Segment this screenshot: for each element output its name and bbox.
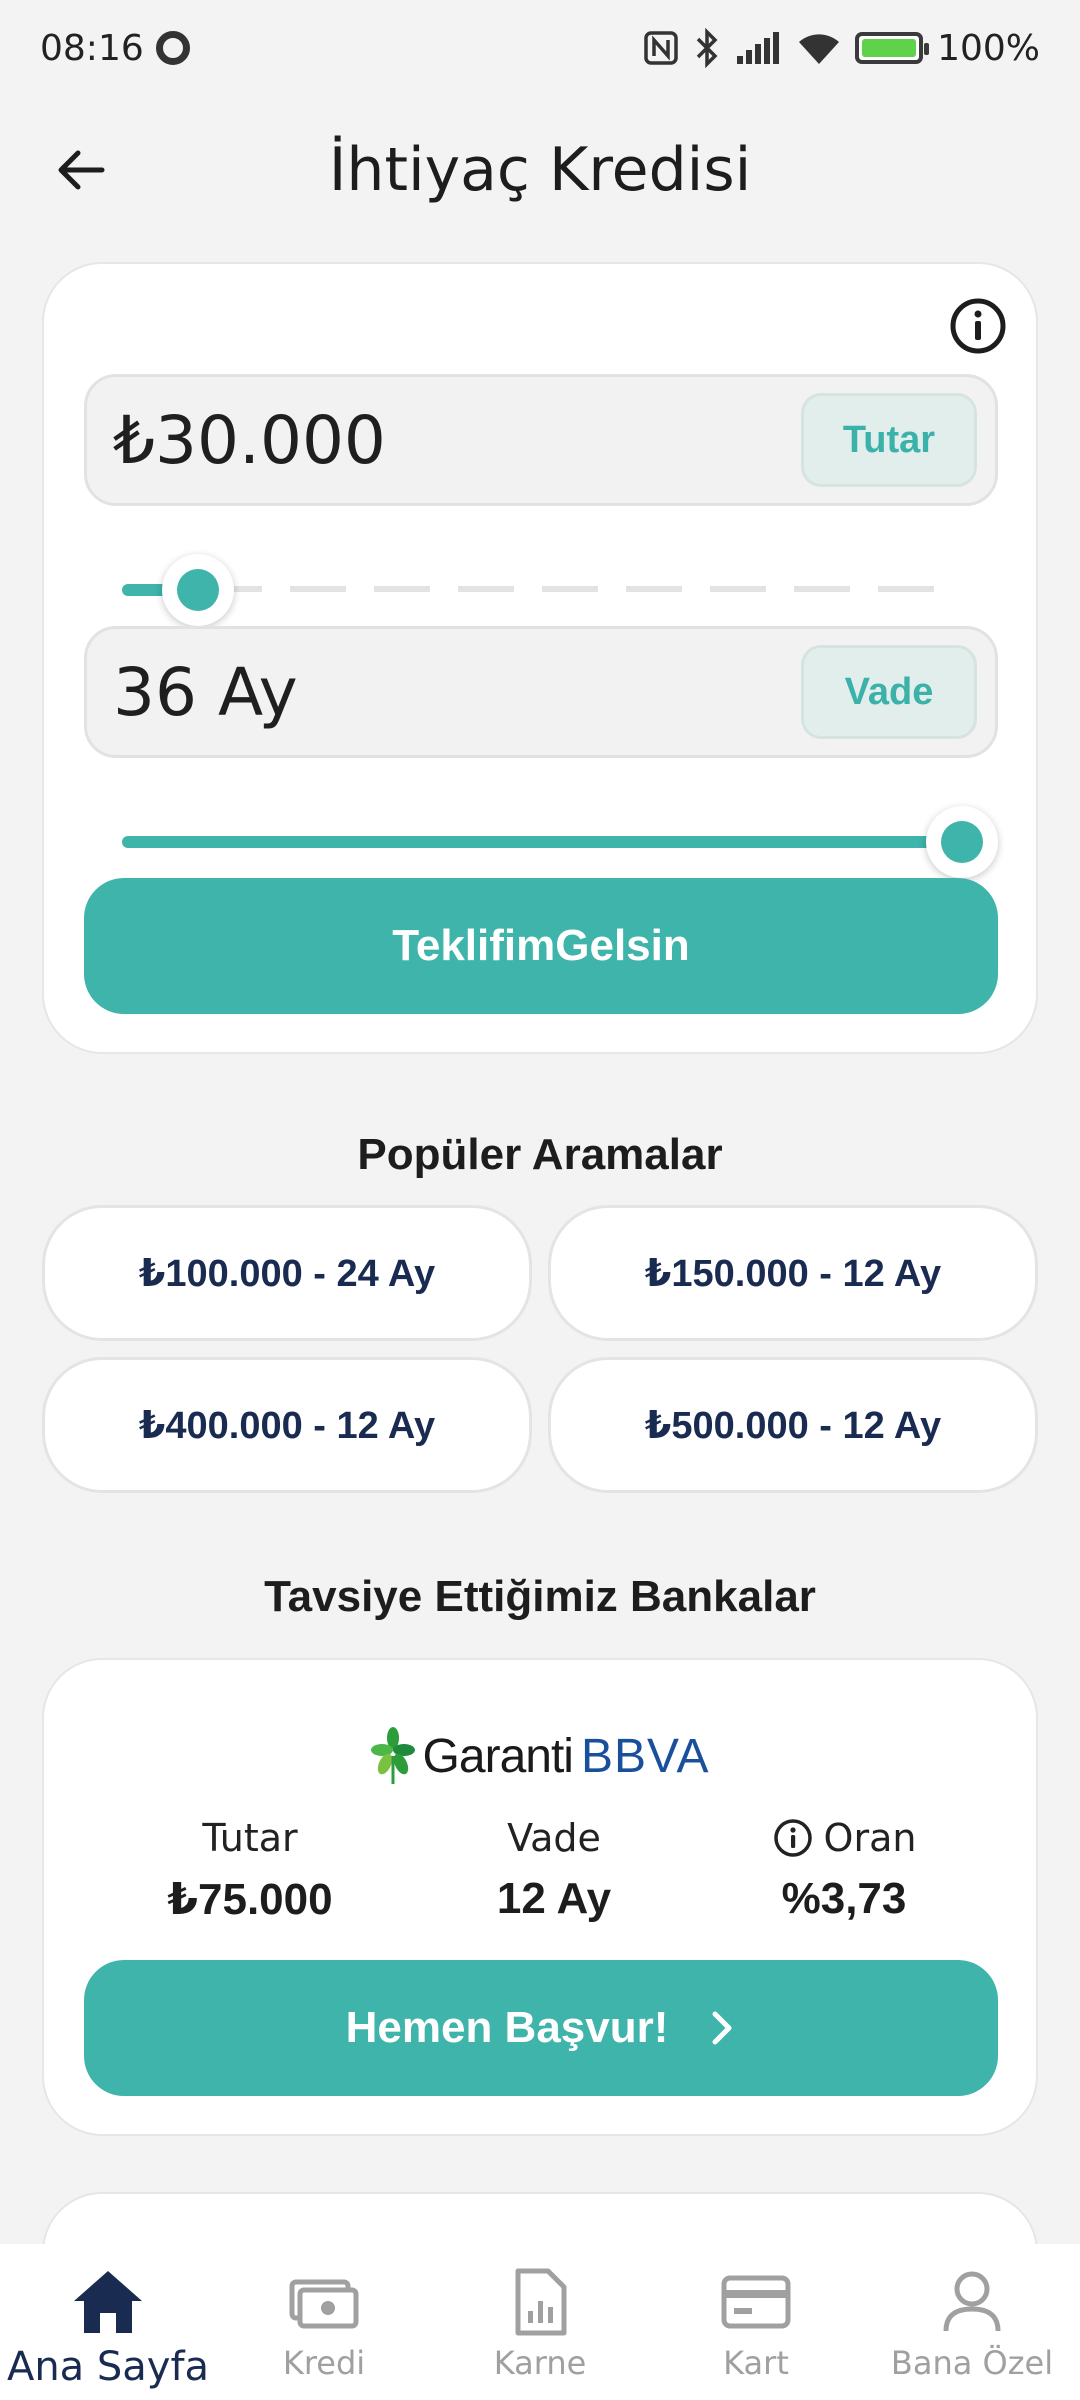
term-slider-fill: [122, 836, 962, 848]
rate-info-icon[interactable]: [772, 1817, 814, 1859]
back-button[interactable]: [44, 134, 116, 206]
clover-logo-icon: [370, 1727, 415, 1784]
popular-search-chip[interactable]: ₺150.000 - 12 Ay: [548, 1205, 1038, 1341]
arrow-left-icon: [58, 150, 105, 190]
bank-name: Garanti: [422, 1729, 574, 1783]
info-icon[interactable]: [948, 296, 1008, 356]
stat-rate-value: %3,73: [781, 1874, 907, 1923]
page-title: İhtiyaç Kredisi: [328, 135, 752, 205]
stat-amount-value: ₺75.000: [167, 1875, 333, 1924]
nav-label-credit: Kredi: [282, 2344, 366, 2382]
status-time: 08:16: [40, 27, 144, 69]
bluetooth-icon: [693, 28, 721, 68]
user-icon: [934, 2266, 1010, 2338]
popular-search-chip[interactable]: ₺500.000 - 12 Ay: [548, 1357, 1038, 1493]
bottom-navigation: Ana Sayfa Kredi Karne Kart Bana Özel: [0, 2244, 1080, 2400]
apply-now-button[interactable]: Hemen Başvur!: [84, 1960, 998, 2096]
stat-term-label: Vade: [507, 1816, 601, 1860]
term-slider-thumb[interactable]: [926, 806, 998, 878]
app-header: İhtiyaç Kredisi: [0, 110, 1080, 230]
nav-item-profile[interactable]: Bana Özel: [872, 2266, 1072, 2382]
get-offer-button[interactable]: TeklifimGelsin: [84, 878, 998, 1014]
status-ring-icon: [155, 31, 190, 65]
amount-slider-thumb[interactable]: [161, 554, 234, 626]
apply-now-label: Hemen Başvur!: [345, 2003, 669, 2052]
nav-label-profile: Bana Özel: [890, 2344, 1054, 2382]
report-icon: [502, 2266, 578, 2338]
stat-rate: Oran %3,73: [684, 1812, 1004, 1924]
term-value[interactable]: 36 Ay: [113, 654, 298, 731]
nav-item-home[interactable]: Ana Sayfa: [6, 2266, 210, 2390]
bank-stats: Tutar ₺75.000 Vade 12 Ay Oran %3,73: [44, 1812, 1036, 1952]
battery-percent: 100%: [937, 27, 1040, 69]
popular-searches-title: Popüler Aramalar: [357, 1130, 723, 1179]
bank-brand: BBVA: [580, 1729, 710, 1783]
nfc-icon: [643, 30, 679, 66]
stat-rate-label-row: Oran: [684, 1812, 1004, 1864]
card-icon: [718, 2266, 794, 2338]
bank-offer-card: Garanti BBVA Tutar ₺75.000 Vade 12 Ay Or…: [42, 1658, 1038, 2136]
stat-term-value: 12 Ay: [496, 1874, 612, 1923]
amount-tag: Tutar: [801, 393, 977, 487]
money-icon: [286, 2266, 362, 2338]
recommended-banks-title: Tavsiye Ettiğimiz Bankalar: [264, 1572, 816, 1621]
chevron-right-icon: [712, 2011, 732, 2045]
bank-logo: Garanti BBVA: [44, 1724, 1036, 1788]
wifi-icon: [797, 30, 841, 66]
amount-input[interactable]: ₺30.000 Tutar: [84, 374, 998, 506]
signal-icon: [735, 30, 783, 66]
popular-search-chip[interactable]: ₺400.000 - 12 Ay: [42, 1357, 532, 1493]
nav-label-card: Kart: [723, 2344, 789, 2382]
amount-slider[interactable]: [122, 554, 962, 626]
term-slider[interactable]: [122, 806, 998, 878]
nav-label-home: Ana Sayfa: [6, 2344, 210, 2390]
amount-value[interactable]: ₺30.000: [113, 402, 386, 479]
nav-item-credit[interactable]: Kredi: [224, 2266, 424, 2382]
term-input[interactable]: 36 Ay Vade: [84, 626, 998, 758]
stat-term: Vade 12 Ay: [394, 1812, 714, 1924]
stat-rate-label: Oran: [823, 1816, 917, 1860]
stat-amount: Tutar ₺75.000: [90, 1812, 410, 1925]
amount-slider-track: [122, 586, 962, 592]
battery-icon: [855, 32, 930, 64]
nav-item-card[interactable]: Kart: [656, 2266, 856, 2382]
popular-search-chip[interactable]: ₺100.000 - 24 Ay: [42, 1205, 532, 1341]
status-bar: 08:16 100%: [0, 0, 1080, 96]
nav-item-report[interactable]: Karne: [440, 2266, 640, 2382]
battery-fill: [862, 39, 917, 57]
nav-label-report: Karne: [493, 2344, 587, 2382]
stat-amount-label: Tutar: [202, 1816, 298, 1860]
term-tag: Vade: [801, 645, 977, 739]
loan-calculator-card: ₺30.000 Tutar 36 Ay Vade TeklifimGelsin: [42, 262, 1038, 1054]
home-icon: [70, 2266, 146, 2338]
